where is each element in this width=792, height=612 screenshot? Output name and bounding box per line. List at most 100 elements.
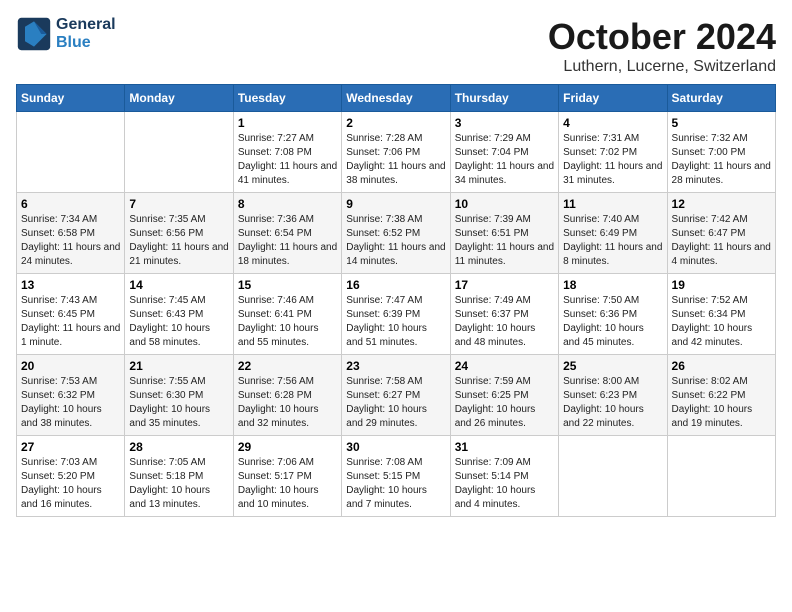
calendar-cell: 23 Sunrise: 7:58 AM Sunset: 6:27 PM Dayli… [342,355,450,436]
day-number: 27 [21,440,120,454]
calendar-cell: 4 Sunrise: 7:31 AM Sunset: 7:02 PM Daylig… [559,112,667,193]
day-number: 1 [238,116,337,130]
location-title: Luthern, Lucerne, Switzerland [548,58,776,76]
day-number: 26 [672,359,771,373]
day-number: 17 [455,278,554,292]
day-number: 4 [563,116,662,130]
day-number: 11 [563,197,662,211]
calendar-title-area: October 2024 Luthern, Lucerne, Switzerla… [548,16,776,76]
day-info: Sunrise: 7:52 AM Sunset: 6:34 PM Dayligh… [672,294,771,350]
day-info: Sunrise: 7:39 AM Sunset: 6:51 PM Dayligh… [455,213,554,269]
calendar-week-row: 20Sunrise: 7:53 AM Sunset: 6:32 PM Dayli… [17,355,776,436]
weekday-header-saturday: Saturday [667,85,775,112]
calendar-cell: 24Sunrise: 7:59 AM Sunset: 6:25 PM Dayli… [450,355,558,436]
day-number: 25 [563,359,662,373]
day-number: 10 [455,197,554,211]
logo-text: General Blue [56,16,116,52]
weekday-header-tuesday: Tuesday [233,85,341,112]
day-info: Sunrise: 7:34 AM Sunset: 6:58 PM Dayligh… [21,213,120,269]
day-number: 2 [346,116,445,130]
calendar-table: SundayMondayTuesdayWednesdayThursdayFrid… [16,84,776,517]
calendar-cell: 13Sunrise: 7:43 AM Sunset: 6:45 PM Dayli… [17,274,125,355]
calendar-cell: 15Sunrise: 7:46 AM Sunset: 6:41 PM Dayli… [233,274,341,355]
calendar-cell: 22Sunrise: 7:56 AM Sunset: 6:28 PM Dayli… [233,355,341,436]
calendar-week-row: 6 Sunrise: 7:34 AM Sunset: 6:58 PM Daylig… [17,193,776,274]
calendar-cell: 3 Sunrise: 7:29 AM Sunset: 7:04 PM Daylig… [450,112,558,193]
calendar-cell: 28 Sunrise: 7:05 AM Sunset: 5:18 PM Dayli… [125,436,233,517]
weekday-header-monday: Monday [125,85,233,112]
day-number: 8 [238,197,337,211]
calendar-cell: 19 Sunrise: 7:52 AM Sunset: 6:34 PM Dayli… [667,274,775,355]
day-number: 13 [21,278,120,292]
day-number: 30 [346,440,445,454]
day-number: 7 [129,197,228,211]
calendar-cell: 2 Sunrise: 7:28 AM Sunset: 7:06 PM Daylig… [342,112,450,193]
day-info: Sunrise: 7:45 AM Sunset: 6:43 PM Dayligh… [129,294,228,350]
calendar-cell: 31 Sunrise: 7:09 AM Sunset: 5:14 PM Dayli… [450,436,558,517]
weekday-header-wednesday: Wednesday [342,85,450,112]
calendar-cell: 21 Sunrise: 7:55 AM Sunset: 6:30 PM Dayli… [125,355,233,436]
day-number: 21 [129,359,228,373]
day-info: Sunrise: 7:47 AM Sunset: 6:39 PM Dayligh… [346,294,445,350]
day-number: 5 [672,116,771,130]
calendar-cell [125,112,233,193]
day-number: 6 [21,197,120,211]
day-info: Sunrise: 7:36 AM Sunset: 6:54 PM Dayligh… [238,213,337,269]
day-info: Sunrise: 7:05 AM Sunset: 5:18 PM Dayligh… [129,456,228,512]
day-number: 3 [455,116,554,130]
calendar-cell: 26 Sunrise: 8:02 AM Sunset: 6:22 PM Dayli… [667,355,775,436]
day-info: Sunrise: 7:55 AM Sunset: 6:30 PM Dayligh… [129,375,228,431]
calendar-week-row: 1Sunrise: 7:27 AM Sunset: 7:08 PM Daylig… [17,112,776,193]
weekday-header-friday: Friday [559,85,667,112]
day-number: 29 [238,440,337,454]
calendar-cell: 14 Sunrise: 7:45 AM Sunset: 6:43 PM Dayli… [125,274,233,355]
day-info: Sunrise: 7:40 AM Sunset: 6:49 PM Dayligh… [563,213,662,269]
logo-icon [16,16,52,52]
day-info: Sunrise: 7:42 AM Sunset: 6:47 PM Dayligh… [672,213,771,269]
day-info: Sunrise: 7:35 AM Sunset: 6:56 PM Dayligh… [129,213,228,269]
calendar-week-row: 13Sunrise: 7:43 AM Sunset: 6:45 PM Dayli… [17,274,776,355]
calendar-cell: 5Sunrise: 7:32 AM Sunset: 7:00 PM Daylig… [667,112,775,193]
day-number: 20 [21,359,120,373]
day-info: Sunrise: 8:00 AM Sunset: 6:23 PM Dayligh… [563,375,662,431]
month-title: October 2024 [548,16,776,58]
day-number: 14 [129,278,228,292]
calendar-cell: 29 Sunrise: 7:06 AM Sunset: 5:17 PM Dayli… [233,436,341,517]
day-info: Sunrise: 7:50 AM Sunset: 6:36 PM Dayligh… [563,294,662,350]
calendar-cell: 20Sunrise: 7:53 AM Sunset: 6:32 PM Dayli… [17,355,125,436]
calendar-cell: 10 Sunrise: 7:39 AM Sunset: 6:51 PM Dayli… [450,193,558,274]
day-number: 31 [455,440,554,454]
calendar-cell: 18Sunrise: 7:50 AM Sunset: 6:36 PM Dayli… [559,274,667,355]
day-info: Sunrise: 7:38 AM Sunset: 6:52 PM Dayligh… [346,213,445,269]
day-info: Sunrise: 7:49 AM Sunset: 6:37 PM Dayligh… [455,294,554,350]
calendar-cell: 17 Sunrise: 7:49 AM Sunset: 6:37 PM Dayli… [450,274,558,355]
day-number: 23 [346,359,445,373]
weekday-header-sunday: Sunday [17,85,125,112]
day-info: Sunrise: 7:08 AM Sunset: 5:15 PM Dayligh… [346,456,445,512]
calendar-cell: 1Sunrise: 7:27 AM Sunset: 7:08 PM Daylig… [233,112,341,193]
day-info: Sunrise: 7:58 AM Sunset: 6:27 PM Dayligh… [346,375,445,431]
calendar-cell: 25 Sunrise: 8:00 AM Sunset: 6:23 PM Dayli… [559,355,667,436]
day-number: 19 [672,278,771,292]
day-number: 28 [129,440,228,454]
weekday-header-row: SundayMondayTuesdayWednesdayThursdayFrid… [17,85,776,112]
day-number: 15 [238,278,337,292]
page-header: General Blue October 2024 Luthern, Lucer… [16,16,776,76]
day-info: Sunrise: 7:03 AM Sunset: 5:20 PM Dayligh… [21,456,120,512]
day-number: 9 [346,197,445,211]
calendar-cell: 6 Sunrise: 7:34 AM Sunset: 6:58 PM Daylig… [17,193,125,274]
calendar-cell: 27 Sunrise: 7:03 AM Sunset: 5:20 PM Dayli… [17,436,125,517]
calendar-week-row: 27 Sunrise: 7:03 AM Sunset: 5:20 PM Dayli… [17,436,776,517]
day-number: 24 [455,359,554,373]
day-info: Sunrise: 7:28 AM Sunset: 7:06 PM Dayligh… [346,132,445,188]
calendar-cell: 7 Sunrise: 7:35 AM Sunset: 6:56 PM Daylig… [125,193,233,274]
calendar-cell: 8 Sunrise: 7:36 AM Sunset: 6:54 PM Daylig… [233,193,341,274]
day-info: Sunrise: 7:09 AM Sunset: 5:14 PM Dayligh… [455,456,554,512]
day-info: Sunrise: 7:31 AM Sunset: 7:02 PM Dayligh… [563,132,662,188]
calendar-cell: 9 Sunrise: 7:38 AM Sunset: 6:52 PM Daylig… [342,193,450,274]
day-info: Sunrise: 8:02 AM Sunset: 6:22 PM Dayligh… [672,375,771,431]
day-info: Sunrise: 7:56 AM Sunset: 6:28 PM Dayligh… [238,375,337,431]
day-info: Sunrise: 7:29 AM Sunset: 7:04 PM Dayligh… [455,132,554,188]
calendar-cell [559,436,667,517]
day-info: Sunrise: 7:06 AM Sunset: 5:17 PM Dayligh… [238,456,337,512]
